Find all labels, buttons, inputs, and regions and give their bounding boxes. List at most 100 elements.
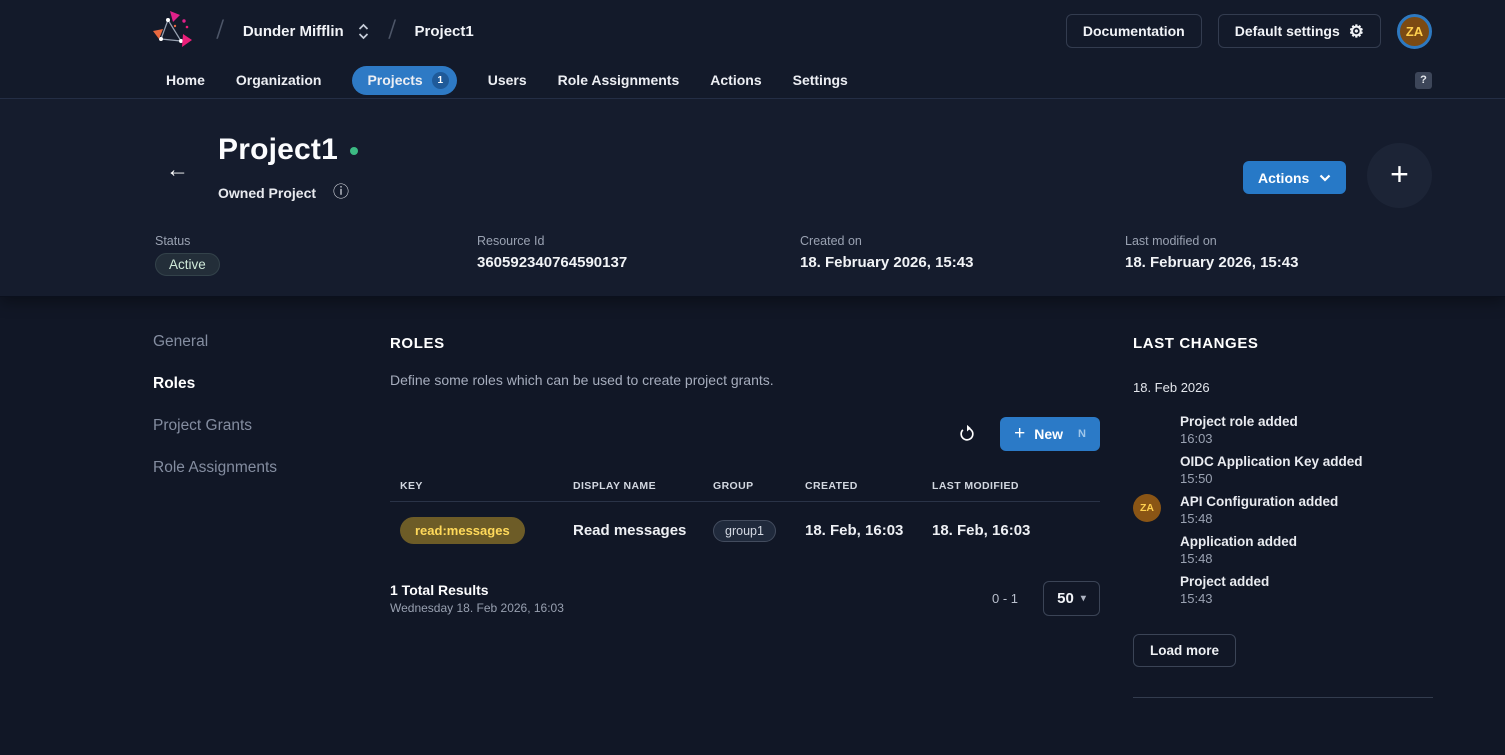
page-size-select[interactable]: 50 ▾	[1043, 581, 1100, 616]
meta-value: 18. February 2026, 15:43	[1125, 254, 1298, 271]
status-badge: Active	[155, 253, 220, 276]
role-group-cell: group1	[713, 520, 805, 542]
breadcrumb-slash: /	[387, 16, 396, 46]
actions-menu-button[interactable]: Actions	[1243, 161, 1346, 194]
plus-icon: +	[1014, 424, 1025, 443]
page-size-value: 50	[1057, 590, 1074, 607]
load-more-button[interactable]: Load more	[1133, 634, 1236, 667]
projects-count-badge: 1	[432, 72, 449, 89]
nav-item-organization[interactable]: Organization	[236, 72, 322, 88]
main-nav: Home Organization Projects 1 Users Role …	[0, 62, 1505, 99]
unfold-more-icon	[358, 23, 369, 40]
org-name: Dunder Mifflin	[243, 23, 344, 40]
page-title: Project1	[218, 133, 338, 167]
project-side-nav: General Roles Project Grants Role Assign…	[153, 333, 277, 477]
active-state-dot-icon	[350, 147, 358, 155]
top-block: / Dunder Mifflin / Project1 Documentatio…	[0, 0, 1505, 297]
meta-value: 360592340764590137	[477, 254, 627, 271]
roles-table-header: KEY DISPLAY NAME GROUP CREATED LAST MODI…	[390, 471, 1100, 502]
user-avatar[interactable]: ZA	[1397, 14, 1432, 49]
help-button[interactable]: ?	[1415, 72, 1432, 89]
org-switcher[interactable]: Dunder Mifflin	[243, 23, 369, 40]
meta-label: Resource Id	[477, 234, 627, 248]
results-timestamp: Wednesday 18. Feb 2026, 16:03	[390, 601, 564, 615]
documentation-label: Documentation	[1083, 23, 1185, 39]
table-row[interactable]: read:messages Read messages group1 18. F…	[390, 502, 1100, 559]
list-item: Project role added 16:03	[1133, 414, 1433, 447]
list-item: Project added 15:43	[1133, 574, 1433, 607]
refresh-button[interactable]	[953, 420, 981, 448]
changes-date: 18. Feb 2026	[1133, 380, 1433, 395]
event-time: 16:03	[1180, 431, 1298, 446]
chevron-down-icon	[1319, 174, 1331, 182]
roles-description: Define some roles which can be used to c…	[390, 372, 1100, 388]
sidebar-item-general[interactable]: General	[153, 333, 277, 351]
meta-resource-id: Resource Id 360592340764590137	[477, 234, 627, 271]
actions-menu-label: Actions	[1258, 170, 1309, 186]
breadcrumb-project[interactable]: Project1	[415, 23, 474, 40]
list-item: Application added 15:48	[1133, 534, 1433, 567]
event-body: OIDC Application Key added 15:50	[1180, 454, 1363, 486]
last-changes-title: LAST CHANGES	[1133, 335, 1433, 352]
results-summary: 1 Total Results Wednesday 18. Feb 2026, …	[390, 582, 564, 615]
event-body: API Configuration added 15:48	[1180, 494, 1338, 526]
role-created-cell: 18. Feb, 16:03	[805, 522, 932, 539]
project-type-label: Owned Project	[218, 185, 316, 201]
event-body: Project added 15:43	[1180, 574, 1269, 606]
roles-table-footer: 1 Total Results Wednesday 18. Feb 2026, …	[390, 581, 1100, 616]
event-title: Project added	[1180, 574, 1269, 589]
caret-down-icon: ▾	[1081, 593, 1086, 604]
add-button[interactable]: +	[1367, 143, 1432, 208]
event-gutter: ZA	[1133, 494, 1180, 522]
header-actions: Documentation Default settings ⚙ ZA	[1066, 14, 1432, 49]
event-time: 15:50	[1180, 471, 1363, 486]
role-display-name-cell: Read messages	[573, 522, 713, 539]
nav-item-users[interactable]: Users	[488, 72, 527, 88]
gear-icon: ⚙	[1349, 23, 1364, 40]
sidebar-item-project-grants[interactable]: Project Grants	[153, 417, 277, 435]
column-header-created: CREATED	[805, 480, 932, 492]
changes-divider	[1133, 697, 1433, 698]
project-subtitle-row: Owned Project ⓘ	[218, 185, 349, 201]
breadcrumb: / Dunder Mifflin / Project1	[153, 11, 474, 51]
changes-event-list: Project role added 16:03 OIDC Applicatio…	[1133, 414, 1433, 607]
breadcrumb-slash: /	[215, 16, 224, 46]
roles-toolbar: + New N	[390, 417, 1100, 451]
meta-label: Status	[155, 234, 220, 248]
default-settings-label: Default settings	[1235, 23, 1340, 39]
pagination-range: 0 - 1	[992, 591, 1018, 606]
nav-item-settings[interactable]: Settings	[793, 72, 848, 88]
event-title: OIDC Application Key added	[1180, 454, 1363, 469]
meta-label: Created on	[800, 234, 973, 248]
nav-item-projects[interactable]: Projects 1	[352, 66, 456, 95]
project-title-row: Project1	[218, 133, 358, 167]
meta-status: Status Active	[155, 234, 220, 276]
event-avatar: ZA	[1133, 494, 1161, 522]
default-settings-button[interactable]: Default settings ⚙	[1218, 14, 1381, 48]
app-root: / Dunder Mifflin / Project1 Documentatio…	[0, 0, 1505, 755]
roles-section: ROLES Define some roles which can be use…	[390, 335, 1100, 616]
event-time: 15:48	[1180, 551, 1297, 566]
list-item: OIDC Application Key added 15:50	[1133, 454, 1433, 487]
role-group-chip: group1	[713, 520, 776, 542]
header-bar: / Dunder Mifflin / Project1 Documentatio…	[0, 0, 1505, 62]
column-header-key: KEY	[400, 480, 573, 492]
sidebar-item-roles[interactable]: Roles	[153, 375, 277, 393]
event-body: Project role added 16:03	[1180, 414, 1298, 446]
sidebar-item-role-assignments[interactable]: Role Assignments	[153, 459, 277, 477]
new-role-button[interactable]: + New N	[1000, 417, 1100, 451]
documentation-button[interactable]: Documentation	[1066, 14, 1202, 48]
meta-label: Last modified on	[1125, 234, 1298, 248]
event-title: Application added	[1180, 534, 1297, 549]
role-key-cell: read:messages	[400, 517, 573, 544]
meta-value: 18. February 2026, 15:43	[800, 254, 973, 271]
last-changes-panel: LAST CHANGES 18. Feb 2026 Project role a…	[1133, 335, 1433, 698]
back-button[interactable]: ←	[166, 158, 189, 181]
info-icon[interactable]: ⓘ	[333, 185, 349, 201]
nav-item-actions[interactable]: Actions	[710, 72, 761, 88]
nav-item-home[interactable]: Home	[166, 72, 205, 88]
roles-title: ROLES	[390, 335, 1100, 352]
column-header-group: GROUP	[713, 480, 805, 492]
zitadel-logo-icon[interactable]	[153, 11, 197, 51]
nav-item-role-assignments[interactable]: Role Assignments	[558, 72, 680, 88]
